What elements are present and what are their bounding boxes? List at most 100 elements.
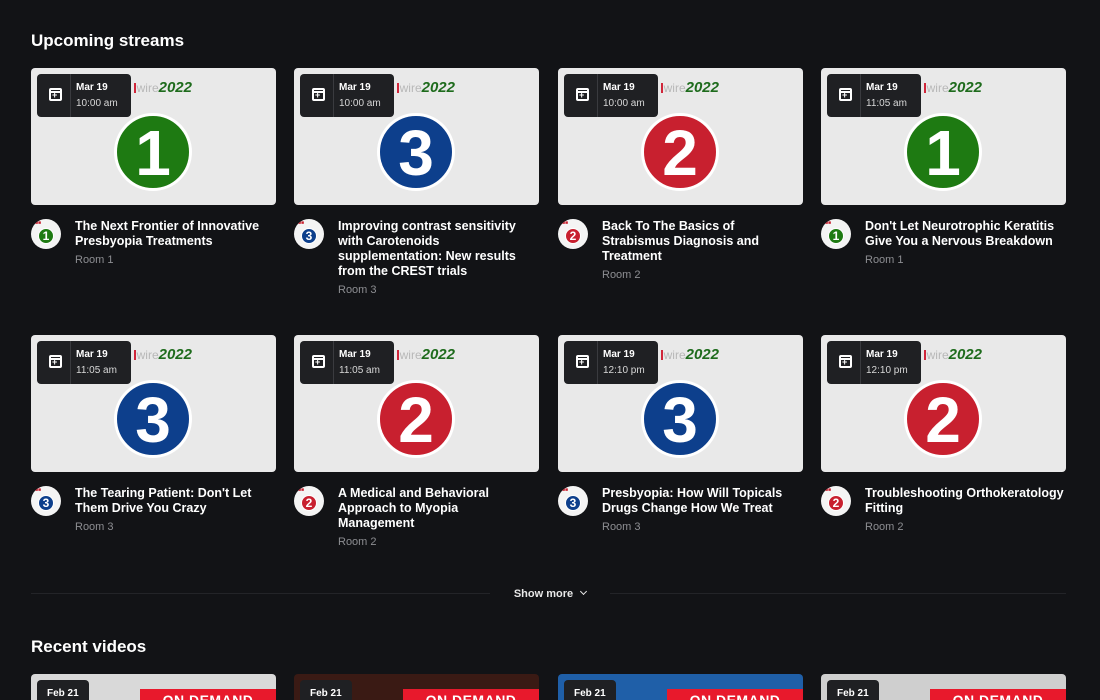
stream-card[interactable]: wire2022 2 Mar 19 11:05 am ■■ 2 A Medica…	[294, 335, 539, 566]
stream-thumbnail[interactable]: wire2022 3 Mar 19 10:00 am	[294, 68, 539, 205]
badge-separator	[860, 74, 861, 117]
brand-mark-icon	[660, 83, 663, 93]
stream-thumbnail[interactable]: wire2022 2 Mar 19 12:10 pm	[821, 335, 1066, 472]
stream-time: 11:05 am	[866, 98, 907, 109]
room-avatar: ■■ 2	[558, 219, 588, 249]
stream-room: Room 3	[338, 284, 377, 296]
stream-room: Room 1	[75, 254, 114, 266]
stream-title[interactable]: The Tearing Patient: Don't Let Them Driv…	[75, 486, 275, 516]
stream-title[interactable]: A Medical and Behavioral Approach to Myo…	[338, 486, 538, 531]
room-avatar: ■■ 3	[558, 486, 588, 516]
stream-card[interactable]: wire2022 1 Mar 19 11:05 am ■■ 1 Don't Le…	[821, 68, 1066, 299]
stream-title-block: Don't Let Neurotrophic Keratitis Give Yo…	[865, 219, 1065, 268]
stream-card[interactable]: wire2022 2 Mar 19 10:00 am ■■ 2 Back To …	[558, 68, 803, 299]
room-number: 1	[925, 117, 961, 189]
stream-thumbnail[interactable]: wire2022 1 Mar 19 10:00 am	[31, 68, 276, 205]
stream-time: 10:00 am	[76, 98, 118, 109]
calendar-add-icon[interactable]	[49, 88, 62, 101]
stream-title-block: The Next Frontier of Innovative Presbyop…	[75, 219, 275, 268]
calendar-add-icon[interactable]	[49, 355, 62, 368]
stream-time: 10:00 am	[339, 98, 381, 109]
room-number-badge: 1	[114, 113, 192, 191]
stream-title-block: Presbyopia: How Will Topicals Drugs Chan…	[602, 486, 802, 535]
stream-time: 12:10 pm	[866, 365, 908, 376]
stream-card[interactable]: wire2022 1 Mar 19 10:00 am ■■ 1 The Next…	[31, 68, 276, 299]
brand-year: 2022	[948, 346, 982, 363]
recent-video-card[interactable]: ON DEMAND Feb 21	[821, 674, 1066, 700]
recent-video-card[interactable]: ON DEMAND Feb 21	[31, 674, 276, 700]
brand-mark-icon	[396, 350, 399, 360]
stream-card[interactable]: wire2022 3 Mar 19 10:00 am ■■ 3 Improvin…	[294, 68, 539, 299]
calendar-add-icon[interactable]	[576, 355, 589, 368]
room-number: 1	[135, 117, 171, 189]
brand-year: 2022	[421, 346, 455, 363]
stream-thumbnail[interactable]: wire2022 3 Mar 19 11:05 am	[31, 335, 276, 472]
stream-thumbnail[interactable]: wire2022 2 Mar 19 10:00 am	[558, 68, 803, 205]
avatar-logo: ■■	[298, 487, 305, 493]
avatar-logo: ■■	[298, 220, 305, 226]
badge-separator	[70, 341, 71, 384]
avatar-room-number: 2	[565, 228, 581, 244]
stream-time: 11:05 am	[339, 365, 380, 376]
room-avatar: ■■ 1	[821, 219, 851, 249]
stream-meta: ■■ 2 A Medical and Behavioral Approach t…	[294, 486, 539, 566]
brand-text: wire	[399, 81, 422, 95]
stream-room: Room 1	[865, 254, 904, 266]
recent-video-card[interactable]: ON DEMAND Feb 21	[294, 674, 539, 700]
brand-mark-icon	[396, 83, 399, 93]
brand-text: wire	[136, 81, 159, 95]
stream-title[interactable]: Back To The Basics of Strabismus Diagnos…	[602, 219, 802, 264]
room-avatar: ■■ 1	[31, 219, 61, 249]
stream-card[interactable]: wire2022 2 Mar 19 12:10 pm ■■ 2 Troubles…	[821, 335, 1066, 566]
stream-meta: ■■ 1 Don't Let Neurotrophic Keratitis Gi…	[821, 219, 1066, 299]
badge-separator	[333, 74, 334, 117]
calendar-add-icon[interactable]	[839, 88, 852, 101]
event-brand: wire2022	[923, 346, 982, 363]
schedule-badge: Mar 19 11:05 am	[827, 74, 921, 117]
on-demand-banner: ON DEMAND	[667, 689, 803, 700]
stream-date: Mar 19	[339, 349, 371, 360]
stream-title-block: Improving contrast sensitivity with Caro…	[338, 219, 538, 298]
schedule-badge: Mar 19 12:10 pm	[827, 341, 921, 384]
event-brand: wire2022	[396, 346, 455, 363]
stream-meta: ■■ 3 The Tearing Patient: Don't Let Them…	[31, 486, 276, 566]
stream-meta: ■■ 3 Presbyopia: How Will Topicals Drugs…	[558, 486, 803, 566]
calendar-add-icon[interactable]	[839, 355, 852, 368]
stream-thumbnail[interactable]: wire2022 1 Mar 19 11:05 am	[821, 68, 1066, 205]
badge-separator	[333, 341, 334, 384]
room-avatar: ■■ 2	[294, 486, 324, 516]
on-demand-banner: ON DEMAND	[140, 689, 276, 700]
calendar-add-icon[interactable]	[312, 355, 325, 368]
stream-time: 10:00 am	[603, 98, 645, 109]
stream-title[interactable]: Troubleshooting Orthokeratology Fitting	[865, 486, 1065, 516]
calendar-add-icon[interactable]	[312, 88, 325, 101]
brand-year: 2022	[421, 79, 455, 96]
stream-date: Mar 19	[866, 349, 898, 360]
badge-separator	[597, 74, 598, 117]
recent-video-card[interactable]: ON DEMAND Feb 21	[558, 674, 803, 700]
stream-card[interactable]: wire2022 3 Mar 19 11:05 am ■■ 3 The Tear…	[31, 335, 276, 566]
on-demand-banner: ON DEMAND	[403, 689, 539, 700]
stream-time: 12:10 pm	[603, 365, 645, 376]
stream-card[interactable]: wire2022 3 Mar 19 12:10 pm ■■ 3 Presbyop…	[558, 335, 803, 566]
brand-text: wire	[926, 81, 949, 95]
stream-title[interactable]: The Next Frontier of Innovative Presbyop…	[75, 219, 275, 249]
stream-date: Mar 19	[76, 349, 108, 360]
stream-thumbnail[interactable]: wire2022 3 Mar 19 12:10 pm	[558, 335, 803, 472]
stream-title[interactable]: Improving contrast sensitivity with Caro…	[338, 219, 538, 279]
stream-thumbnail[interactable]: wire2022 2 Mar 19 11:05 am	[294, 335, 539, 472]
brand-text: wire	[399, 348, 422, 362]
on-demand-banner: ON DEMAND	[930, 689, 1066, 700]
show-more-button[interactable]: Show more	[490, 583, 610, 605]
stream-meta: ■■ 1 The Next Frontier of Innovative Pre…	[31, 219, 276, 299]
brand-mark-icon	[923, 83, 926, 93]
stream-title[interactable]: Presbyopia: How Will Topicals Drugs Chan…	[602, 486, 802, 516]
stream-title[interactable]: Don't Let Neurotrophic Keratitis Give Yo…	[865, 219, 1065, 249]
badge-separator	[860, 341, 861, 384]
badge-separator	[70, 74, 71, 117]
room-number-badge: 2	[904, 380, 982, 458]
brand-year: 2022	[685, 346, 719, 363]
room-avatar: ■■ 2	[821, 486, 851, 516]
calendar-add-icon[interactable]	[576, 88, 589, 101]
avatar-room-number: 3	[38, 495, 54, 511]
